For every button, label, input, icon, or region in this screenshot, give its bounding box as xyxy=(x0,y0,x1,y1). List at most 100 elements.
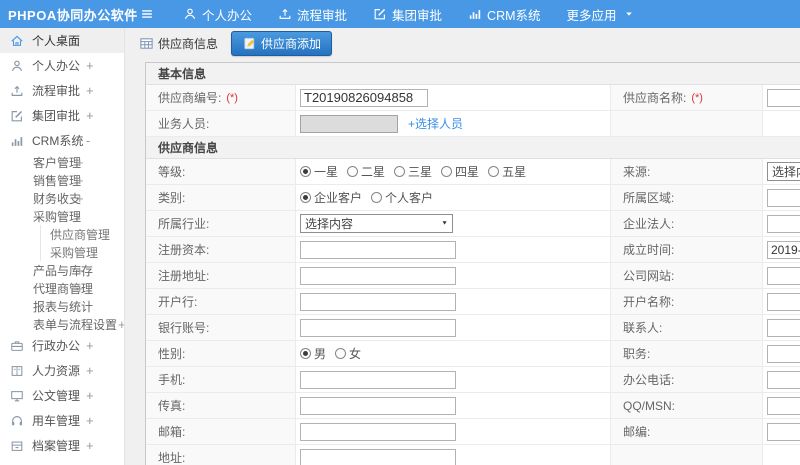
radio-icon[interactable] xyxy=(300,348,311,359)
radio-icon[interactable] xyxy=(300,166,311,177)
sidebar-item-label: 供应商管理 xyxy=(50,227,111,242)
sidebar-item-group-approval[interactable]: 集团审批 + xyxy=(0,103,124,128)
expand-icon[interactable]: + xyxy=(86,59,94,72)
expand-icon[interactable]: + xyxy=(76,282,84,295)
expand-icon[interactable]: + xyxy=(76,174,84,187)
email-input[interactable] xyxy=(300,422,456,441)
label-text: 开户行: xyxy=(158,295,198,309)
field-label: 手机: xyxy=(146,367,296,392)
radio-icon[interactable] xyxy=(488,166,500,177)
source-select[interactable]: 选择内容▼ xyxy=(767,162,800,181)
topnav-item-crm-system[interactable]: CRM系统 xyxy=(455,0,553,28)
choose-person-link[interactable]: +选择人员 xyxy=(408,115,463,132)
zip-code-input[interactable] xyxy=(767,422,800,441)
level-radio-1[interactable]: 二星 xyxy=(347,163,385,180)
collapse-icon[interactable]: - xyxy=(86,134,90,147)
field-label: 地址: xyxy=(146,445,296,465)
sidebar-item-personal-desktop[interactable]: 个人桌面 xyxy=(0,28,124,53)
fax-input[interactable] xyxy=(300,396,456,415)
account-name-input[interactable] xyxy=(767,292,800,311)
category-radio-1[interactable]: 个人客户 xyxy=(371,189,433,206)
contact-person-input[interactable] xyxy=(767,318,800,337)
radio-icon[interactable] xyxy=(441,166,453,177)
office-phone-input[interactable] xyxy=(767,370,800,389)
founded-date-input[interactable] xyxy=(767,240,800,259)
sidebar-item-purchase-mgmt[interactable]: 采购管理 - xyxy=(0,207,124,225)
gender-radio-0[interactable]: 男 xyxy=(300,345,326,362)
hamburger-icon[interactable] xyxy=(140,7,154,21)
sidebar-item-vehicle-mgmt[interactable]: 用车管理 + xyxy=(0,408,124,433)
radio-icon[interactable] xyxy=(300,192,311,203)
topnav-item-more-apps[interactable]: 更多应用 xyxy=(554,0,647,28)
qq-msn-input[interactable] xyxy=(767,396,800,415)
sidebar-item-admin-office[interactable]: 行政办公 + xyxy=(0,333,124,358)
business-person-input[interactable] xyxy=(300,114,398,133)
topnav-item-process-approval[interactable]: 流程审批 xyxy=(265,0,360,28)
radio-icon[interactable] xyxy=(394,166,406,177)
radio-icon[interactable] xyxy=(371,192,383,203)
legal-person-input[interactable] xyxy=(767,214,800,233)
label-text: 注册资本: xyxy=(158,243,210,257)
industry-select[interactable]: 选择内容 ▼ xyxy=(300,214,453,233)
website-input[interactable] xyxy=(767,266,800,285)
tab-supplier-info[interactable]: 供应商信息 xyxy=(133,32,224,55)
position-input[interactable] xyxy=(767,344,800,363)
expand-icon[interactable]: + xyxy=(86,339,94,352)
account-number-input[interactable] xyxy=(300,318,456,337)
expand-icon[interactable]: + xyxy=(86,439,94,452)
sidebar-item-archive-mgmt[interactable]: 档案管理 + xyxy=(0,433,124,458)
tab-bar: 供应商信息 供应商添加 xyxy=(125,28,800,58)
expand-icon[interactable]: + xyxy=(86,84,94,97)
level-radio-4[interactable]: 五星 xyxy=(488,163,526,180)
topnav-item-personal-office[interactable]: 个人办公 xyxy=(170,0,265,28)
gender-radio-1[interactable]: 女 xyxy=(335,345,361,362)
mobile-input[interactable] xyxy=(300,370,456,389)
sidebar-item-agent-mgmt[interactable]: 代理商管理 + xyxy=(0,279,124,297)
sidebar-item-product-inventory[interactable]: 产品与库存 + xyxy=(0,261,124,279)
sidebar-item-sales-mgmt[interactable]: 销售管理 + xyxy=(0,171,124,189)
expand-icon[interactable]: + xyxy=(76,264,84,277)
level-radio-2[interactable]: 三星 xyxy=(394,163,432,180)
radio-icon[interactable] xyxy=(335,348,347,359)
sidebar-item-crm-system[interactable]: CRM系统 - xyxy=(0,128,124,153)
radio-icon[interactable] xyxy=(347,166,359,177)
sidebar-item-supplier-mgmt[interactable]: 供应商管理 xyxy=(0,225,124,243)
expand-icon[interactable]: + xyxy=(76,156,84,169)
expand-icon[interactable]: + xyxy=(86,109,94,122)
sidebar-item-customer-mgmt[interactable]: 客户管理 + xyxy=(0,153,124,171)
sidebar-item-label: 财务收支 xyxy=(33,191,82,206)
supplier-name-input[interactable] xyxy=(767,88,800,107)
sidebar-item-procurement-mgmt[interactable]: 采购管理 xyxy=(0,243,124,261)
level-radio-0[interactable]: 一星 xyxy=(300,163,338,180)
topnav-item-group-approval[interactable]: 集团审批 xyxy=(360,0,455,28)
sidebar-item-reports-stats[interactable]: 报表与统计 xyxy=(0,297,124,315)
collapse-icon[interactable]: - xyxy=(76,210,80,223)
bank-branch-input[interactable] xyxy=(300,292,456,311)
label-text: 地址: xyxy=(158,451,186,465)
tab-supplier-add[interactable]: 供应商添加 xyxy=(231,30,333,56)
sidebar-item-label: 人力资源 xyxy=(32,364,81,378)
expand-icon[interactable]: + xyxy=(118,318,124,331)
upload-icon xyxy=(10,84,24,98)
category-radio-0[interactable]: 企业客户 xyxy=(300,189,362,206)
expand-icon[interactable]: + xyxy=(76,192,84,205)
expand-icon[interactable]: + xyxy=(86,389,94,402)
sidebar-item-finance-inout[interactable]: 财务收支 + xyxy=(0,189,124,207)
registered-address-input[interactable] xyxy=(300,266,456,285)
supplier-code-input[interactable] xyxy=(300,88,428,107)
expand-icon[interactable]: + xyxy=(86,414,94,427)
topnav-label: CRM系统 xyxy=(487,8,541,23)
sidebar-item-personal-office[interactable]: 个人办公 + xyxy=(0,53,124,78)
label-text: 公司网站: xyxy=(623,269,675,283)
level-radio-3[interactable]: 四星 xyxy=(441,163,479,180)
address-input[interactable] xyxy=(300,448,456,465)
region-input[interactable] xyxy=(767,188,800,207)
sidebar-item-document-mgmt[interactable]: 公文管理 + xyxy=(0,383,124,408)
sidebar-item-process-approval[interactable]: 流程审批 + xyxy=(0,78,124,103)
field-input-cell xyxy=(763,211,800,236)
sidebar-item-human-resources[interactable]: 人力资源 + xyxy=(0,358,124,383)
sidebar: 个人桌面 个人办公 + 流程审批 + 集团审批 + CRM系统 - 客户管理 + 销售管理 + 财务收支 +… xyxy=(0,28,125,465)
expand-icon[interactable]: + xyxy=(86,364,94,377)
registered-capital-input[interactable] xyxy=(300,240,456,259)
sidebar-item-form-flow-settings[interactable]: 表单与流程设置 + xyxy=(0,315,124,333)
